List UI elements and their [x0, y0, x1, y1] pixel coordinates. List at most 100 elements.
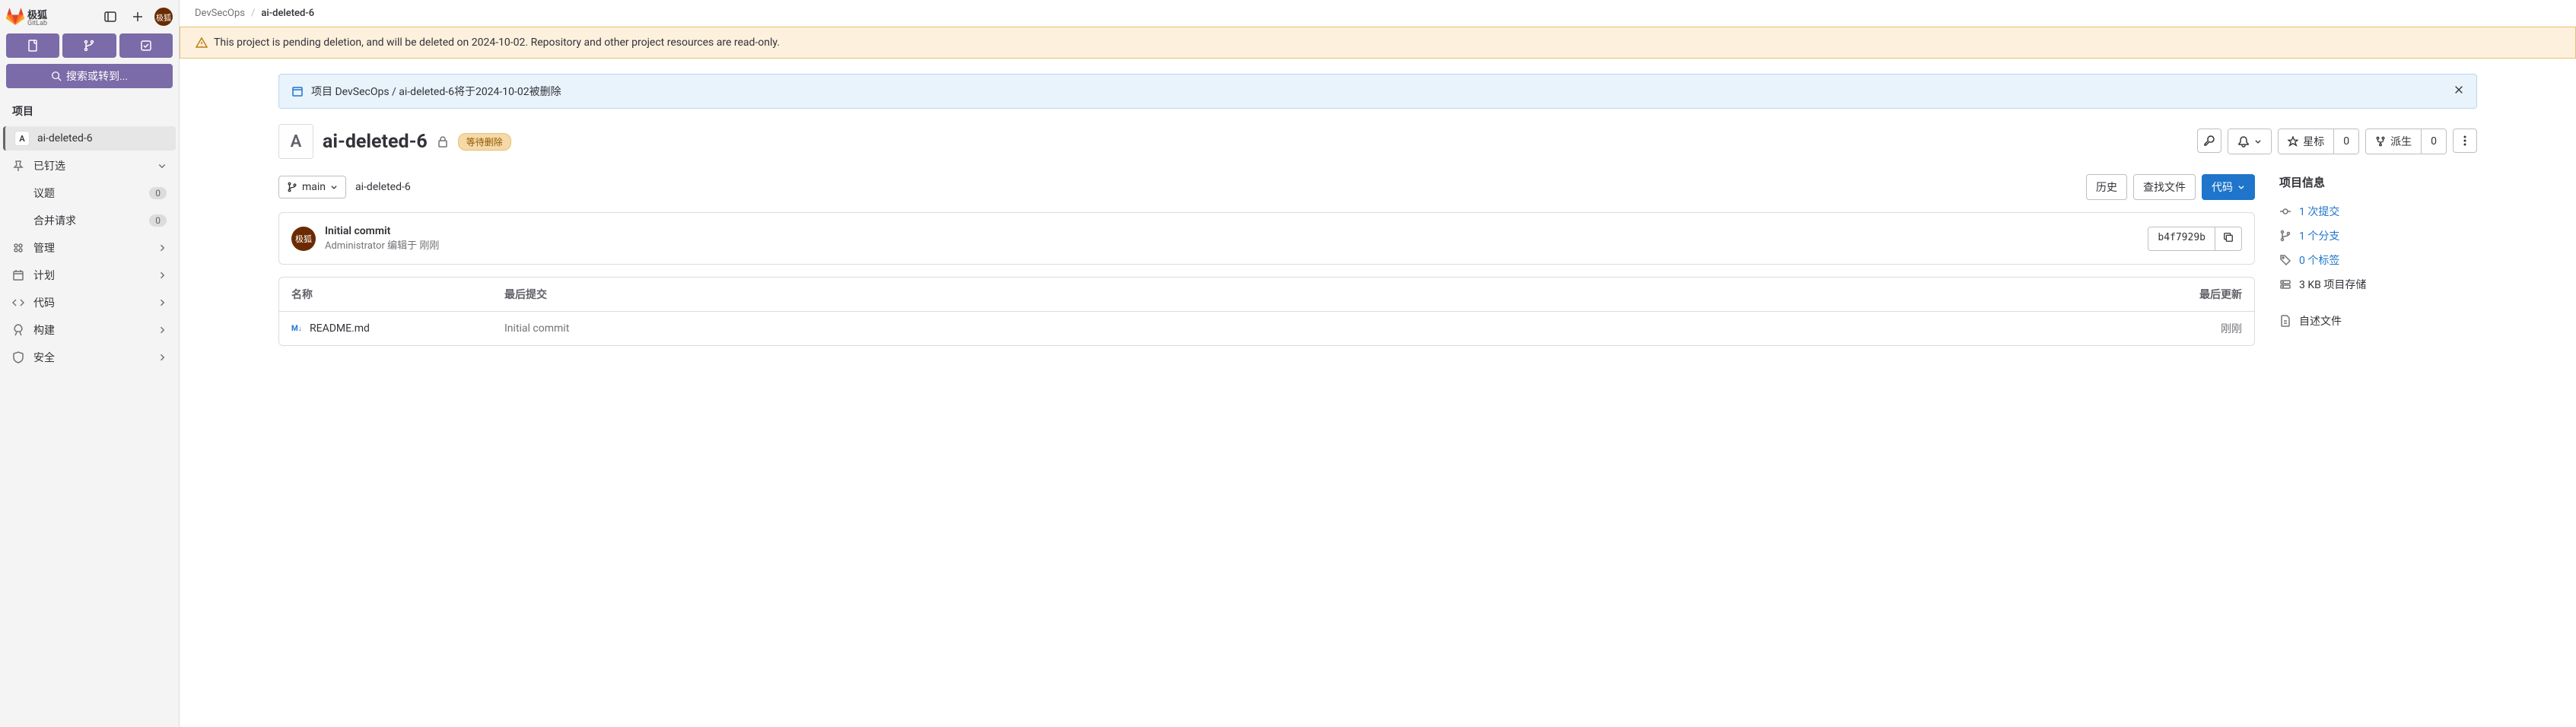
storage-icon [2279, 278, 2291, 290]
panel-toggle-button[interactable] [100, 6, 121, 27]
nav-build[interactable]: 构建 [0, 316, 179, 344]
search-box[interactable]: 搜索或转到... [6, 64, 173, 88]
branch-icon [2279, 230, 2291, 242]
branches-stat[interactable]: 1 个分支 [2279, 224, 2477, 248]
nav-pinned[interactable]: 已钉选 [0, 152, 179, 179]
breadcrumb: DevSecOps / ai-deleted-6 [180, 0, 2576, 27]
markdown-file-icon: M↓ [291, 325, 304, 333]
settings-button[interactable] [2197, 129, 2221, 153]
wrench-icon [2203, 135, 2215, 147]
chevron-down-icon [330, 183, 338, 191]
code-icon [12, 297, 24, 309]
storage-stat[interactable]: 3 KB 项目存储 [2279, 272, 2477, 297]
shield-icon [12, 351, 24, 364]
notification-button[interactable] [2228, 129, 2272, 154]
file-name: README.md [310, 322, 370, 335]
breadcrumb-separator: / [251, 8, 255, 19]
pin-icon [12, 160, 24, 172]
commit-icon [2279, 205, 2291, 217]
file-last-commit: Initial commit [504, 322, 2166, 335]
nav-code[interactable]: 代码 [0, 289, 179, 316]
logo[interactable]: 极狐GitLab [6, 7, 94, 27]
repo-path[interactable]: ai-deleted-6 [355, 181, 411, 193]
commit-sha-group: b4f7929b [2148, 227, 2242, 251]
user-avatar[interactable]: 极狐 [154, 8, 173, 26]
code-button[interactable]: 代码 [2202, 174, 2255, 200]
sidebar: 极狐GitLab 极狐 搜索或转到... 项目 A ai-deleted-6 已… [0, 0, 180, 727]
file-last-update: 刚刚 [2166, 321, 2242, 336]
chevron-down-icon [2237, 183, 2245, 191]
close-icon [2454, 84, 2464, 95]
nav-merge-requests[interactable]: 合并请求 0 [0, 207, 179, 234]
copy-sha-button[interactable] [2215, 227, 2241, 250]
approval-icon [140, 40, 152, 52]
panel-icon [104, 11, 116, 23]
plan-icon [12, 269, 24, 281]
pending-deletion-badge: 等待删除 [458, 133, 511, 151]
star-icon [2288, 136, 2298, 147]
document-icon [2279, 315, 2291, 327]
table-header: 名称 最后提交 最后更新 [279, 278, 2254, 312]
chevron-right-icon [157, 325, 167, 335]
star-count[interactable]: 0 [2333, 129, 2358, 154]
panel-title: 项目信息 [2279, 174, 2477, 190]
fork-button[interactable]: 派生 [2366, 129, 2421, 154]
star-button[interactable]: 星标 [2279, 129, 2333, 154]
todo-action-button[interactable] [6, 33, 59, 58]
file-table: 名称 最后提交 最后更新 M↓ README.md Initial commit … [278, 277, 2255, 346]
table-row[interactable]: M↓ README.md Initial commit 刚刚 [279, 312, 2254, 345]
sidebar-project-item[interactable]: A ai-deleted-6 [3, 126, 176, 151]
commit-meta: Administrator 编辑于 刚刚 [325, 237, 2139, 252]
chevron-down-icon [157, 161, 167, 170]
project-title: ai-deleted-6 [323, 131, 428, 153]
issues-count-badge: 0 [149, 187, 167, 199]
nav-manage[interactable]: 管理 [0, 234, 179, 262]
file-icon [27, 40, 39, 52]
rocket-icon [12, 324, 24, 336]
tag-icon [2279, 254, 2291, 266]
info-banner: 项目 DevSecOps / ai-deleted-6将于2024-10-02被… [278, 74, 2477, 109]
merge-count-badge: 0 [149, 214, 167, 227]
commit-sha[interactable]: b4f7929b [2148, 227, 2215, 250]
main-content: DevSecOps / ai-deleted-6 This project is… [180, 0, 2576, 727]
project-avatar-small: A [14, 131, 30, 146]
warning-icon [196, 37, 208, 49]
deletion-warning-banner: This project is pending deletion, and wi… [180, 27, 2576, 59]
sidebar-section-title: 项目 [0, 94, 179, 125]
logo-text: 极狐GitLab [27, 7, 47, 27]
plus-icon [132, 11, 144, 23]
fork-button-group: 派生 0 [2365, 129, 2447, 154]
sidebar-header: 极狐GitLab 极狐 [0, 0, 179, 33]
find-file-button[interactable]: 查找文件 [2133, 174, 2196, 200]
history-button[interactable]: 历史 [2086, 174, 2127, 200]
chevron-right-icon [157, 353, 167, 362]
breadcrumb-current: ai-deleted-6 [261, 8, 314, 19]
commit-title[interactable]: Initial commit [325, 225, 2139, 237]
nav-security[interactable]: 安全 [0, 344, 179, 371]
branch-selector[interactable]: main [278, 176, 346, 198]
readme-link[interactable]: 自述文件 [2279, 309, 2477, 333]
commit-author-avatar[interactable]: 极狐 [291, 227, 316, 251]
close-banner-button[interactable] [2454, 84, 2464, 98]
more-actions-button[interactable] [2453, 129, 2477, 153]
tags-stat[interactable]: 0 个标签 [2279, 248, 2477, 272]
star-button-group: 星标 0 [2278, 129, 2359, 154]
file-toolbar: main ai-deleted-6 历史 查找文件 代码 [278, 174, 2255, 200]
branch-icon [287, 182, 297, 192]
commits-stat[interactable]: 1 次提交 [2279, 199, 2477, 224]
info-icon [291, 85, 304, 97]
last-commit-box: 极狐 Initial commit Administrator 编辑于 刚刚 b… [278, 212, 2255, 265]
nav-plan[interactable]: 计划 [0, 262, 179, 289]
fork-count[interactable]: 0 [2421, 129, 2446, 154]
chevron-right-icon [157, 243, 167, 252]
manage-icon [12, 242, 24, 254]
fork-icon [2375, 136, 2386, 147]
project-avatar: A [278, 124, 313, 159]
breadcrumb-group[interactable]: DevSecOps [195, 8, 245, 19]
merge-action-button[interactable] [62, 33, 116, 58]
check-action-button[interactable] [119, 33, 173, 58]
merge-icon [83, 40, 95, 52]
add-button[interactable] [127, 6, 148, 27]
nav-issues[interactable]: 议题 0 [0, 179, 179, 207]
chevron-right-icon [157, 271, 167, 280]
